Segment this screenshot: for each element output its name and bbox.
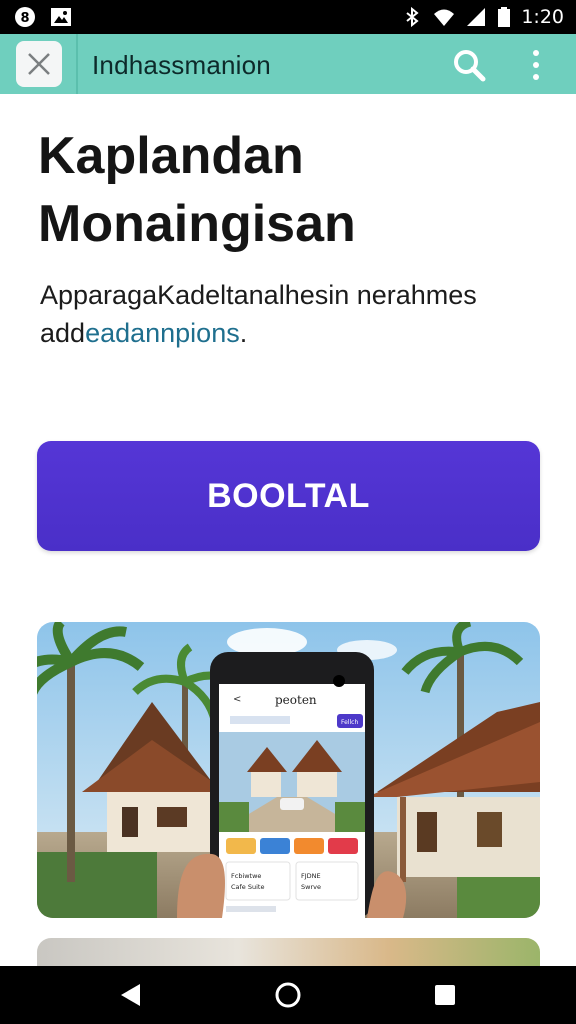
status-time: 1:20: [521, 6, 564, 28]
navigation-bar: [0, 966, 576, 1024]
phone-card2-line2: Swrve: [301, 883, 321, 891]
search-button[interactable]: [452, 48, 486, 82]
phone-mockup: < peoten Fellch Fcbiwtwe Cafe Suite FJDN…: [210, 652, 374, 918]
hero-illustration: < peoten Fellch Fcbiwtwe Cafe Suite FJDN…: [37, 622, 540, 918]
hero-image[interactable]: < peoten Fellch Fcbiwtwe Cafe Suite FJDN…: [37, 622, 540, 918]
battery-icon: [498, 7, 511, 27]
phone-tag-label: Fellch: [341, 719, 358, 726]
svg-text:<: <: [233, 694, 241, 705]
svg-text:8: 8: [20, 11, 29, 26]
primary-action-button[interactable]: BOOLTAL: [37, 441, 540, 551]
status-bar: 8 1:20: [0, 0, 576, 34]
notification-icon: 8: [15, 7, 35, 27]
back-icon[interactable]: [116, 980, 146, 1010]
headline-line-1: Kaplandan: [38, 127, 304, 185]
wifi-icon: [434, 9, 455, 26]
search-icon: [454, 50, 486, 82]
phone-screen-title: peoten: [275, 693, 317, 707]
page-headline: Kaplandan Monaingisan: [38, 122, 538, 258]
image-icon: [51, 8, 71, 26]
app-bar: Indhassmanion: [0, 34, 576, 94]
more-vert-icon: [533, 50, 539, 56]
app-bar-divider: [76, 34, 78, 94]
close-button[interactable]: [16, 41, 62, 87]
cellular-signal-icon: [467, 8, 486, 26]
description-end: .: [239, 318, 248, 348]
recents-icon[interactable]: [430, 980, 460, 1010]
headline-line-2: Monaingisan: [38, 195, 356, 253]
phone-card1-line2: Cafe Suite: [231, 883, 264, 891]
phone-chip-3: [294, 838, 324, 854]
page-description: ApparagaKadeltanalhesin nerahmes addeada…: [40, 276, 540, 352]
phone-chip-2: [260, 838, 290, 854]
app-title: Indhassmanion: [92, 50, 271, 80]
home-icon[interactable]: [273, 980, 303, 1010]
bluetooth-icon: [406, 6, 419, 28]
phone-chip-4: [328, 838, 358, 854]
close-icon: [28, 53, 50, 75]
phone-chip-1: [226, 838, 256, 854]
phone-card2-line1: FJDNE: [301, 872, 321, 880]
more-options-button[interactable]: [522, 48, 550, 82]
phone-card1-line1: Fcbiwtwe: [231, 872, 261, 880]
description-link[interactable]: eadannpions: [85, 318, 240, 348]
